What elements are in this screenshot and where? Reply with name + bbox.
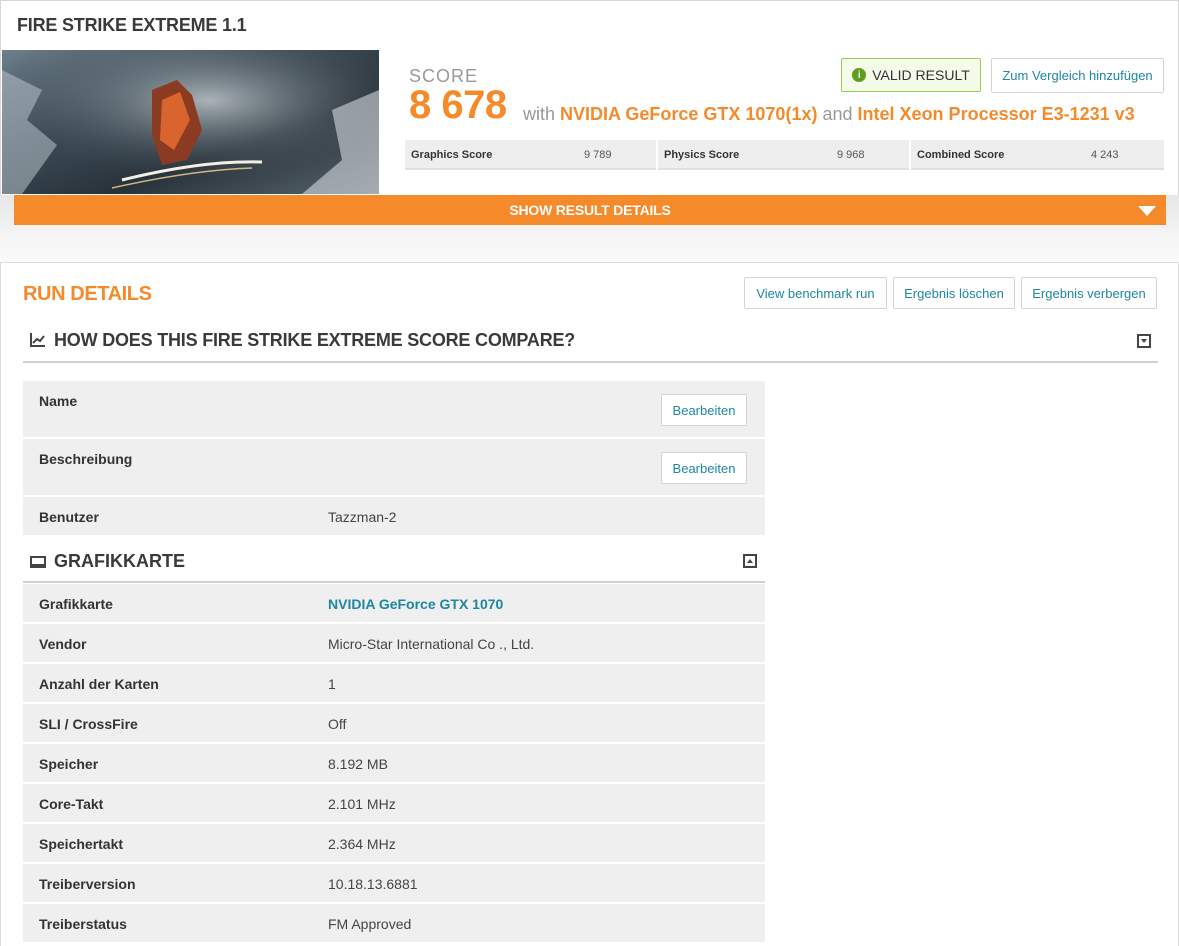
view-benchmark-run-button[interactable]: View benchmark run [744, 277, 887, 309]
row-key: Speicher [39, 756, 99, 772]
row-key: SLI / CrossFire [39, 716, 138, 732]
gpu-row-vendor: Vendor Micro-Star International Co ., Lt… [23, 624, 765, 664]
row-value: 2.364 MHz [328, 836, 396, 852]
gpu-name-link[interactable]: NVIDIA GeForce GTX 1070 [328, 596, 503, 612]
result-header: SCORE 8 678 with NVIDIA GeForce GTX 1070… [0, 49, 1179, 195]
compare-section-header[interactable]: HOW DOES THIS FIRE STRIKE EXTREME SCORE … [23, 321, 1158, 363]
info-row-name: Name Bearbeiten [23, 381, 765, 439]
show-result-details-button[interactable]: SHOW RESULT DETAILS [14, 195, 1166, 225]
expand-icon[interactable] [1137, 334, 1151, 348]
subscore-value: 9 968 [837, 149, 865, 161]
compare-heading: HOW DOES THIS FIRE STRIKE EXTREME SCORE … [54, 330, 576, 350]
gpu-row-memory-clock: Speichertakt 2.364 MHz [23, 824, 765, 864]
cpu-link[interactable]: Intel Xeon Processor E3-1231 v3 [858, 104, 1135, 124]
edit-description-button[interactable]: Bearbeiten [661, 452, 747, 484]
subscore-label: Combined Score [917, 149, 1005, 161]
gpu-row-sli: SLI / CrossFire Off [23, 704, 765, 744]
collapse-icon[interactable] [743, 554, 757, 568]
page-title: FIRE STRIKE EXTREME 1.1 [17, 15, 247, 35]
with-text: with [523, 104, 556, 124]
score-value: 8 678 [409, 83, 507, 127]
run-details-title: RUN DETAILS [23, 283, 152, 305]
graphics-card-section-header[interactable]: GRAFIKKARTE [23, 539, 765, 583]
subscore-graphics: Graphics Score 9 789 [405, 140, 656, 170]
info-row-user: Benutzer Tazzman-2 [23, 497, 765, 537]
show-result-details-label: SHOW RESULT DETAILS [509, 202, 671, 218]
chart-icon [30, 333, 46, 352]
row-value: FM Approved [328, 916, 412, 932]
delete-result-button[interactable]: Ergebnis löschen [893, 277, 1015, 309]
row-key: Grafikkarte [39, 596, 113, 612]
row-key: Core-Takt [39, 796, 104, 812]
subscores: Graphics Score 9 789 Physics Score 9 968… [405, 140, 1164, 170]
gpu-link[interactable]: NVIDIA GeForce GTX 1070(1x) [560, 104, 817, 124]
subscore-combined: Combined Score 4 243 [911, 140, 1164, 170]
user-value: Tazzman-2 [328, 509, 397, 525]
and-text: and [822, 104, 853, 124]
row-key: Treiberstatus [39, 916, 127, 932]
row-value: Micro-Star International Co ., Ltd. [328, 636, 535, 652]
gpu-row-core-clock: Core-Takt 2.101 MHz [23, 784, 765, 824]
valid-result-badge[interactable]: i VALID RESULT [841, 58, 981, 92]
gpu-row-name: Grafikkarte NVIDIA GeForce GTX 1070 [23, 584, 765, 624]
hide-result-button[interactable]: Ergebnis verbergen [1021, 277, 1157, 309]
benchmark-screenshot [2, 50, 379, 194]
title-bar: FIRE STRIKE EXTREME 1.1 [0, 0, 1179, 50]
info-row-description: Beschreibung Bearbeiten [23, 439, 765, 497]
run-details-panel: RUN DETAILS View benchmark run Ergebnis … [0, 262, 1179, 946]
row-key: Name [39, 393, 78, 409]
row-value: 8.192 MB [328, 756, 388, 772]
add-to-compare-button[interactable]: Zum Vergleich hinzufügen [991, 58, 1164, 93]
row-value: Off [328, 716, 347, 732]
subscore-value: 9 789 [584, 149, 612, 161]
monitor-icon [30, 555, 46, 573]
subscore-label: Physics Score [664, 149, 740, 161]
gpu-row-count: Anzahl der Karten 1 [23, 664, 765, 704]
subscore-physics: Physics Score 9 968 [658, 140, 909, 170]
row-key: Vendor [39, 636, 87, 652]
edit-name-button[interactable]: Bearbeiten [661, 394, 747, 426]
subscore-label: Graphics Score [411, 149, 493, 161]
gpu-row-driver-version: Treiberversion 10.18.13.6881 [23, 864, 765, 904]
subscore-value: 4 243 [1091, 149, 1119, 161]
row-key: Anzahl der Karten [39, 676, 159, 692]
hardware-line: with NVIDIA GeForce GTX 1070(1x) and Int… [523, 104, 1135, 125]
row-value: 1 [328, 676, 336, 692]
dropdown-arrow-icon [1138, 206, 1156, 216]
row-value: 2.101 MHz [328, 796, 396, 812]
row-key: Beschreibung [39, 451, 133, 467]
row-key: Speichertakt [39, 836, 124, 852]
row-key: Treiberversion [39, 876, 136, 892]
info-icon: i [852, 68, 867, 82]
row-key: Benutzer [39, 509, 99, 525]
gpu-row-memory: Speicher 8.192 MB [23, 744, 765, 784]
graphics-card-heading: GRAFIKKARTE [54, 551, 185, 571]
gpu-row-driver-status: Treiberstatus FM Approved [23, 904, 765, 944]
row-value: 10.18.13.6881 [328, 876, 418, 892]
valid-result-label: VALID RESULT [872, 67, 970, 83]
